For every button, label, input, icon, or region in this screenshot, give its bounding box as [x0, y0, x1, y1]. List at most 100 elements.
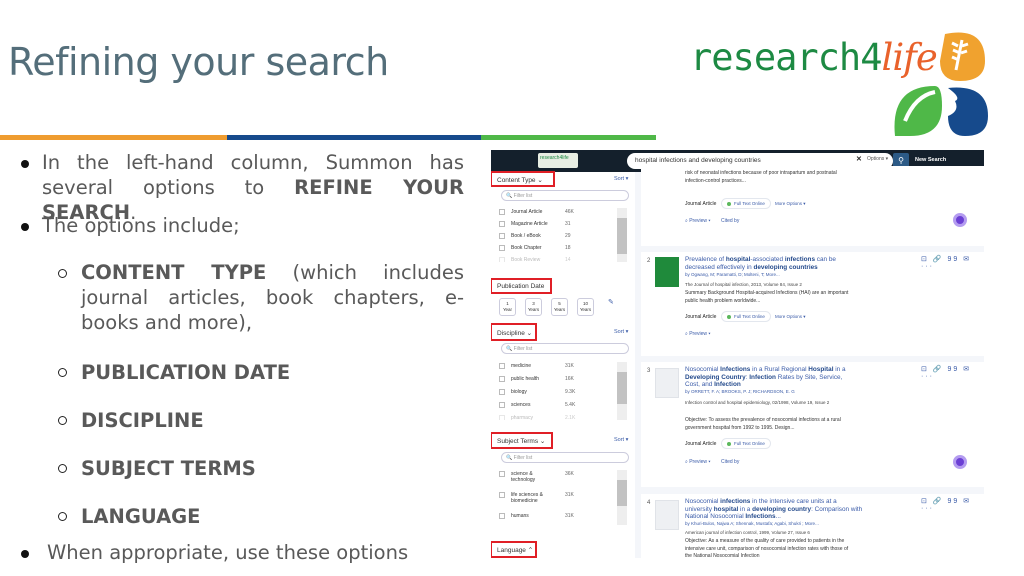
checkbox[interactable] — [499, 233, 505, 239]
result-title-link[interactable]: Nosocomial infections in the intensive c… — [685, 498, 865, 521]
options-dropdown[interactable]: Options ▾ — [867, 156, 888, 162]
date-3-years-button[interactable]: 3 Years — [525, 298, 542, 316]
date-5-years-button[interactable]: 5 Years — [551, 298, 568, 316]
research4life-logo: research4life — [690, 26, 990, 136]
result-card: 2 Prevalence of hospital-associated infe… — [641, 252, 984, 356]
checkbox[interactable] — [499, 402, 505, 408]
checkbox[interactable] — [499, 389, 505, 395]
bullet-when-appropriate: When appropriate, use these options — [47, 541, 409, 564]
scrollbar[interactable] — [617, 362, 627, 420]
facet-option[interactable]: pharmacy 2.1K — [499, 414, 619, 420]
divider-blue — [227, 135, 481, 140]
result-number: 4 — [647, 500, 651, 506]
preview-link[interactable]: ⌕ Preview ▾ — [685, 331, 710, 337]
preview-link[interactable]: ⌕ Preview ▾ — [685, 218, 710, 224]
new-search-link[interactable]: New Search — [915, 157, 946, 163]
date-1-year-button[interactable]: 1 Year — [499, 298, 516, 316]
sub-bullet-icon — [58, 368, 67, 377]
checkbox[interactable] — [499, 221, 505, 227]
highlight-box — [491, 541, 537, 558]
result-actions[interactable]: ⊡ 🔗 99 ✉ ··· — [921, 255, 984, 270]
pencil-icon[interactable]: ✎ — [608, 298, 614, 306]
scrollbar[interactable] — [617, 470, 627, 525]
filter-list-input[interactable]: 🔍 Filter list — [501, 452, 629, 463]
result-snippet: risk of neonatal infections because of p… — [685, 170, 837, 184]
result-source: American journal of infection control, 1… — [685, 530, 810, 535]
result-card: risk of neonatal infections because of p… — [641, 166, 984, 246]
scrollbar-thumb[interactable] — [617, 218, 627, 254]
result-number: 3 — [647, 368, 651, 374]
checkbox[interactable] — [499, 376, 505, 382]
full-text-online-link[interactable]: Full Text Online — [721, 438, 771, 449]
full-text-online-link[interactable]: Full Text Online — [721, 311, 771, 322]
checkbox[interactable] — [499, 245, 505, 251]
filter-list-input[interactable]: 🔍 Filter list — [501, 190, 629, 201]
facet-option[interactable]: Magazine Article 31 — [499, 220, 619, 232]
cited-by-link[interactable]: Cited by — [721, 218, 739, 224]
result-type: Journal Article — [685, 201, 717, 207]
facet-option[interactable]: life sciences & biomedicine 31K — [499, 491, 619, 509]
results-list: risk of neonatal infections because of p… — [641, 166, 984, 558]
document-thumbnail[interactable] — [655, 500, 679, 530]
result-authors[interactable]: by Ogwang, M; Paramatti, D; Molteni, T; … — [685, 272, 780, 277]
sub-bullet-discipline: DISCIPLINE — [81, 409, 204, 432]
result-title-link[interactable]: Nosocomial Infections in a Rural Regiona… — [685, 366, 855, 389]
chat-assistant-icon[interactable] — [953, 213, 967, 227]
facet-option[interactable]: science & technology 36K — [499, 470, 619, 488]
scrollbar-thumb[interactable] — [617, 372, 627, 404]
result-actions[interactable]: ⊡ 🔗 99 ✉ ··· — [921, 365, 984, 380]
facet-option[interactable]: biology 9.3K — [499, 388, 619, 400]
checkbox[interactable] — [499, 471, 505, 477]
result-source: The Journal of hospital infection, 2013,… — [685, 282, 802, 287]
checkbox[interactable] — [499, 363, 505, 369]
checkbox[interactable] — [499, 257, 505, 262]
result-card: 3 Nosocomial Infections in a Rural Regio… — [641, 362, 984, 487]
facet-option[interactable]: medicine 31K — [499, 362, 619, 374]
facet-option[interactable]: public health 16K — [499, 375, 619, 387]
clear-search-icon[interactable]: ✕ — [856, 155, 862, 163]
full-text-online-link[interactable]: Full Text Online — [721, 198, 771, 209]
sort-dropdown[interactable]: Sort ▾ — [614, 176, 628, 182]
bullet-options-include: The options include; — [42, 214, 240, 237]
more-options-dropdown[interactable]: More Options ▾ — [775, 201, 806, 207]
checkbox[interactable] — [499, 209, 505, 215]
bullet-icon — [21, 160, 29, 168]
summon-screenshot: research4life hospital infections and de… — [491, 150, 984, 558]
facet-option[interactable]: Book Review 14 — [499, 256, 619, 262]
summon-logo[interactable]: research4life — [538, 153, 578, 168]
result-authors[interactable]: by Khuri-Bulos, Najwa A; Shennak, Mustaf… — [685, 521, 819, 526]
bullet-icon — [21, 550, 29, 558]
facet-option[interactable]: humans 31K — [499, 512, 619, 524]
result-authors[interactable]: by ORRETT, F. A; BROOKS, P. J; RICHARDSO… — [685, 389, 795, 394]
sub-bullet-language: LANGUAGE — [81, 505, 201, 528]
preview-link[interactable]: ⌕ Preview ▾ — [685, 459, 710, 465]
slide-title: Refining your search — [8, 40, 389, 84]
sub-bullet-icon — [58, 512, 67, 521]
result-type: Journal Article — [685, 441, 717, 447]
highlight-box — [491, 323, 537, 341]
checkbox[interactable] — [499, 513, 505, 519]
date-10-years-button[interactable]: 10 Years — [577, 298, 594, 316]
document-thumbnail[interactable] — [655, 368, 679, 398]
checkbox[interactable] — [499, 415, 505, 420]
journal-cover-thumbnail[interactable] — [655, 257, 679, 287]
filter-list-input[interactable]: 🔍 Filter list — [501, 343, 629, 354]
more-options-dropdown[interactable]: More Options ▾ — [775, 314, 806, 320]
facet-option[interactable]: Journal Article 46K — [499, 208, 619, 220]
facet-option[interactable]: Book / eBook 29 — [499, 232, 619, 244]
scrollbar-thumb[interactable] — [617, 480, 627, 506]
facet-option[interactable]: Book Chapter 18 — [499, 244, 619, 256]
result-title-link[interactable]: Prevalence of hospital-associated infect… — [685, 256, 855, 271]
checkbox[interactable] — [499, 492, 505, 498]
facet-option[interactable]: sciences 5.4K — [499, 401, 619, 413]
result-actions[interactable]: ⊡ 🔗 99 ✉ ··· — [921, 497, 984, 512]
sub-bullet-subject-terms: SUBJECT TERMS — [81, 457, 256, 480]
sort-dropdown[interactable]: Sort ▾ — [614, 437, 628, 443]
scrollbar[interactable] — [617, 208, 627, 262]
cited-by-link[interactable]: Cited by — [721, 459, 739, 465]
sort-dropdown[interactable]: Sort ▾ — [614, 329, 628, 335]
sub-bullet-publication-date: PUBLICATION DATE — [81, 361, 291, 384]
result-snippet: Objective: As a measure of the quality o… — [685, 538, 849, 558]
chat-assistant-icon[interactable] — [953, 455, 967, 469]
highlight-box — [491, 278, 552, 294]
